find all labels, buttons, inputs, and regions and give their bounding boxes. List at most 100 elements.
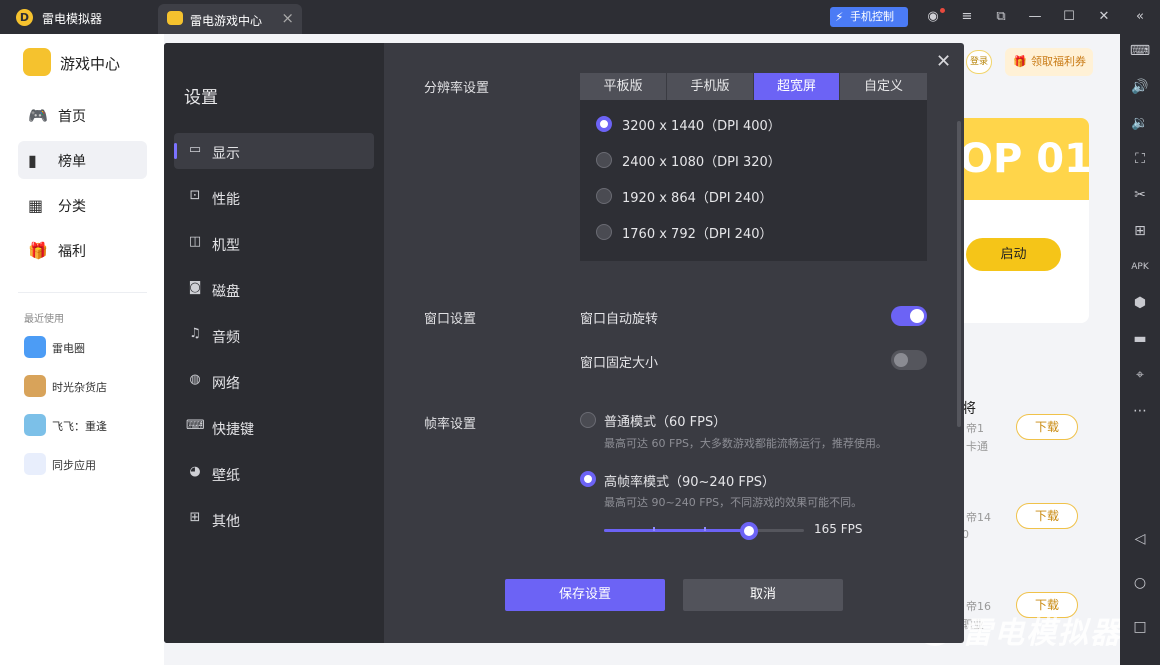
left-sidebar: 游戏中心 🎮 首页 ▮ 榜单 ▦ 分类 🎁 福利 最近使用 雷电圈 时光杂货店 飞飞：重… [0, 34, 164, 665]
close-dialog-icon[interactable]: ✕ [936, 51, 951, 72]
login-button[interactable]: 登录 [966, 50, 992, 74]
menu-performance[interactable]: ⊡ 性能 [174, 179, 374, 215]
nav-home[interactable]: 🎮 首页 [18, 96, 147, 134]
game-center-logo-icon [23, 48, 51, 76]
menu-other[interactable]: ⊞ 其他 [174, 501, 374, 537]
nav-benefits[interactable]: 🎁 福利 [18, 231, 147, 269]
location-icon[interactable]: ⌖ [1120, 364, 1160, 386]
recent-item[interactable]: 同步应用 [24, 453, 154, 477]
app-icon [24, 414, 46, 436]
recent-item[interactable]: 时光杂货店 [24, 375, 154, 399]
start-button[interactable]: 启动 [966, 238, 1061, 271]
gamepad-icon: 🎮 [28, 106, 48, 125]
settings-icon[interactable]: ⬢ [1120, 292, 1160, 314]
menu-display[interactable]: ▭ 显示 [174, 133, 374, 169]
menu-label: 显示 [212, 146, 240, 162]
ranking-banner-card: OP 01 [955, 118, 1089, 323]
minimize-icon[interactable]: — [1025, 7, 1045, 27]
collapse-sidebar-icon[interactable]: « [1130, 7, 1150, 27]
high-mode-label: 高帧率模式（90~240 FPS） [604, 475, 775, 490]
close-icon[interactable]: ✕ [1094, 7, 1114, 27]
more-icon[interactable]: ⋯ [1120, 400, 1160, 422]
recent-apps-icon[interactable]: □ [1120, 616, 1160, 638]
nav-label: 首页 [58, 109, 86, 125]
tab-game-center[interactable]: 雷电游戏中心 × [158, 4, 302, 34]
keyboard-icon: ⌨ [186, 418, 205, 433]
tab-custom[interactable]: 自定义 [840, 73, 927, 100]
gift-icon: 🎁 [28, 241, 48, 260]
apk-icon[interactable]: APK [1120, 256, 1160, 278]
monitor-icon: ▭ [188, 142, 202, 157]
recent-item[interactable]: 雷电圈 [24, 336, 154, 360]
menu-label: 其他 [212, 514, 240, 530]
framerate-normal-radio[interactable] [580, 412, 596, 428]
tab-ultrawide[interactable]: 超宽屏 [754, 73, 840, 100]
menu-audio[interactable]: ♫ 音频 [174, 317, 374, 353]
fps-slider-tick [704, 527, 706, 531]
back-icon[interactable]: ◁ [1120, 528, 1160, 550]
sidebar-title: 游戏中心 [60, 55, 121, 73]
menu-network[interactable]: ◍ 网络 [174, 363, 374, 399]
keyboard-icon[interactable]: ⌨ [1120, 40, 1160, 62]
scissors-icon[interactable]: ✂ [1120, 184, 1160, 206]
fps-slider[interactable] [604, 522, 804, 540]
home-icon[interactable]: ○ [1120, 572, 1160, 594]
menu-label: 磁盘 [212, 284, 240, 300]
menu-wallpaper[interactable]: ◕ 壁纸 [174, 455, 374, 491]
download-button[interactable]: 下载 [1016, 503, 1078, 529]
watermark-text: 雷电模拟器 [962, 616, 1122, 651]
right-toolbar: ⌨ 🔊 🔉 ⛶ ✂ ⊞ APK ⬢ ▬ ⌖ ⋯ ◁ ○ □ [1120, 34, 1160, 665]
fullscreen-icon[interactable]: ⛶ [1120, 148, 1160, 170]
tab-phone[interactable]: 手机版 [667, 73, 754, 100]
resolution-tabs: 平板版 手机版 超宽屏 自定义 [580, 73, 927, 100]
add-icon[interactable]: ⊞ [1120, 220, 1160, 242]
fps-slider-handle[interactable] [740, 522, 758, 540]
nav-ranking[interactable]: ▮ 榜单 [18, 141, 147, 179]
resolution-option-label: 3200 x 1440（DPI 400） [622, 119, 781, 134]
game-title-fragment: 将 [962, 401, 976, 417]
restore-icon[interactable]: ⧉ [991, 7, 1011, 27]
title-bar: D 雷电模拟器 雷电游戏中心 × ⚡ 手机控制 ◉ ≡ ⧉ — ☐ ✕ « [0, 0, 1160, 34]
menu-shortcuts[interactable]: ⌨ 快捷键 [174, 409, 374, 445]
resolution-label: 分辨率设置 [424, 81, 490, 96]
app-icon [24, 375, 46, 397]
close-tab-icon[interactable]: × [281, 9, 294, 27]
framerate-label: 帧率设置 [424, 417, 477, 432]
menu-label: 性能 [212, 192, 240, 208]
nav-category[interactable]: ▦ 分类 [18, 186, 147, 224]
framerate-high-radio[interactable] [580, 471, 596, 487]
gamepad-icon [167, 11, 183, 25]
window-settings-label: 窗口设置 [424, 312, 477, 327]
save-button[interactable]: 保存设置 [505, 579, 665, 611]
tab-tablet[interactable]: 平板版 [580, 73, 667, 100]
recent-item[interactable]: 飞飞：重逢 [24, 414, 154, 438]
menu-label: 音频 [212, 330, 240, 346]
menu-disk[interactable]: ◙ 磁盘 [174, 271, 374, 307]
fps-slider-fill [604, 529, 749, 532]
maximize-icon[interactable]: ☐ [1059, 7, 1079, 27]
app-logo-icon: D [16, 9, 33, 26]
download-button[interactable]: 下载 [1016, 414, 1078, 440]
resolution-radio[interactable] [596, 188, 612, 204]
scrollbar[interactable] [957, 121, 961, 427]
volume-up-icon[interactable]: 🔊 [1120, 76, 1160, 98]
folder-icon[interactable]: ▬ [1120, 328, 1160, 350]
phone-control-button[interactable]: ⚡ 手机控制 [830, 7, 908, 27]
device-icon: ◫ [188, 234, 202, 249]
resolution-radio[interactable] [596, 116, 612, 132]
recent-label: 同步应用 [52, 459, 96, 472]
nav-label: 福利 [58, 244, 86, 260]
cancel-button[interactable]: 取消 [683, 579, 843, 611]
volume-down-icon[interactable]: 🔉 [1120, 112, 1160, 134]
resolution-radio[interactable] [596, 152, 612, 168]
chart-icon: ▮ [28, 151, 37, 170]
menu-device[interactable]: ◫ 机型 [174, 225, 374, 261]
auto-rotate-toggle[interactable] [891, 306, 927, 326]
coupon-button[interactable]: 🎁 领取福利券 [1005, 48, 1093, 76]
menu-icon[interactable]: ≡ [957, 7, 977, 27]
fixed-size-toggle[interactable] [891, 350, 927, 370]
resolution-radio[interactable] [596, 224, 612, 240]
resolution-option-label: 1760 x 792（DPI 240） [622, 227, 773, 242]
auto-rotate-label: 窗口自动旋转 [580, 312, 659, 327]
fps-slider-tick [653, 527, 655, 531]
